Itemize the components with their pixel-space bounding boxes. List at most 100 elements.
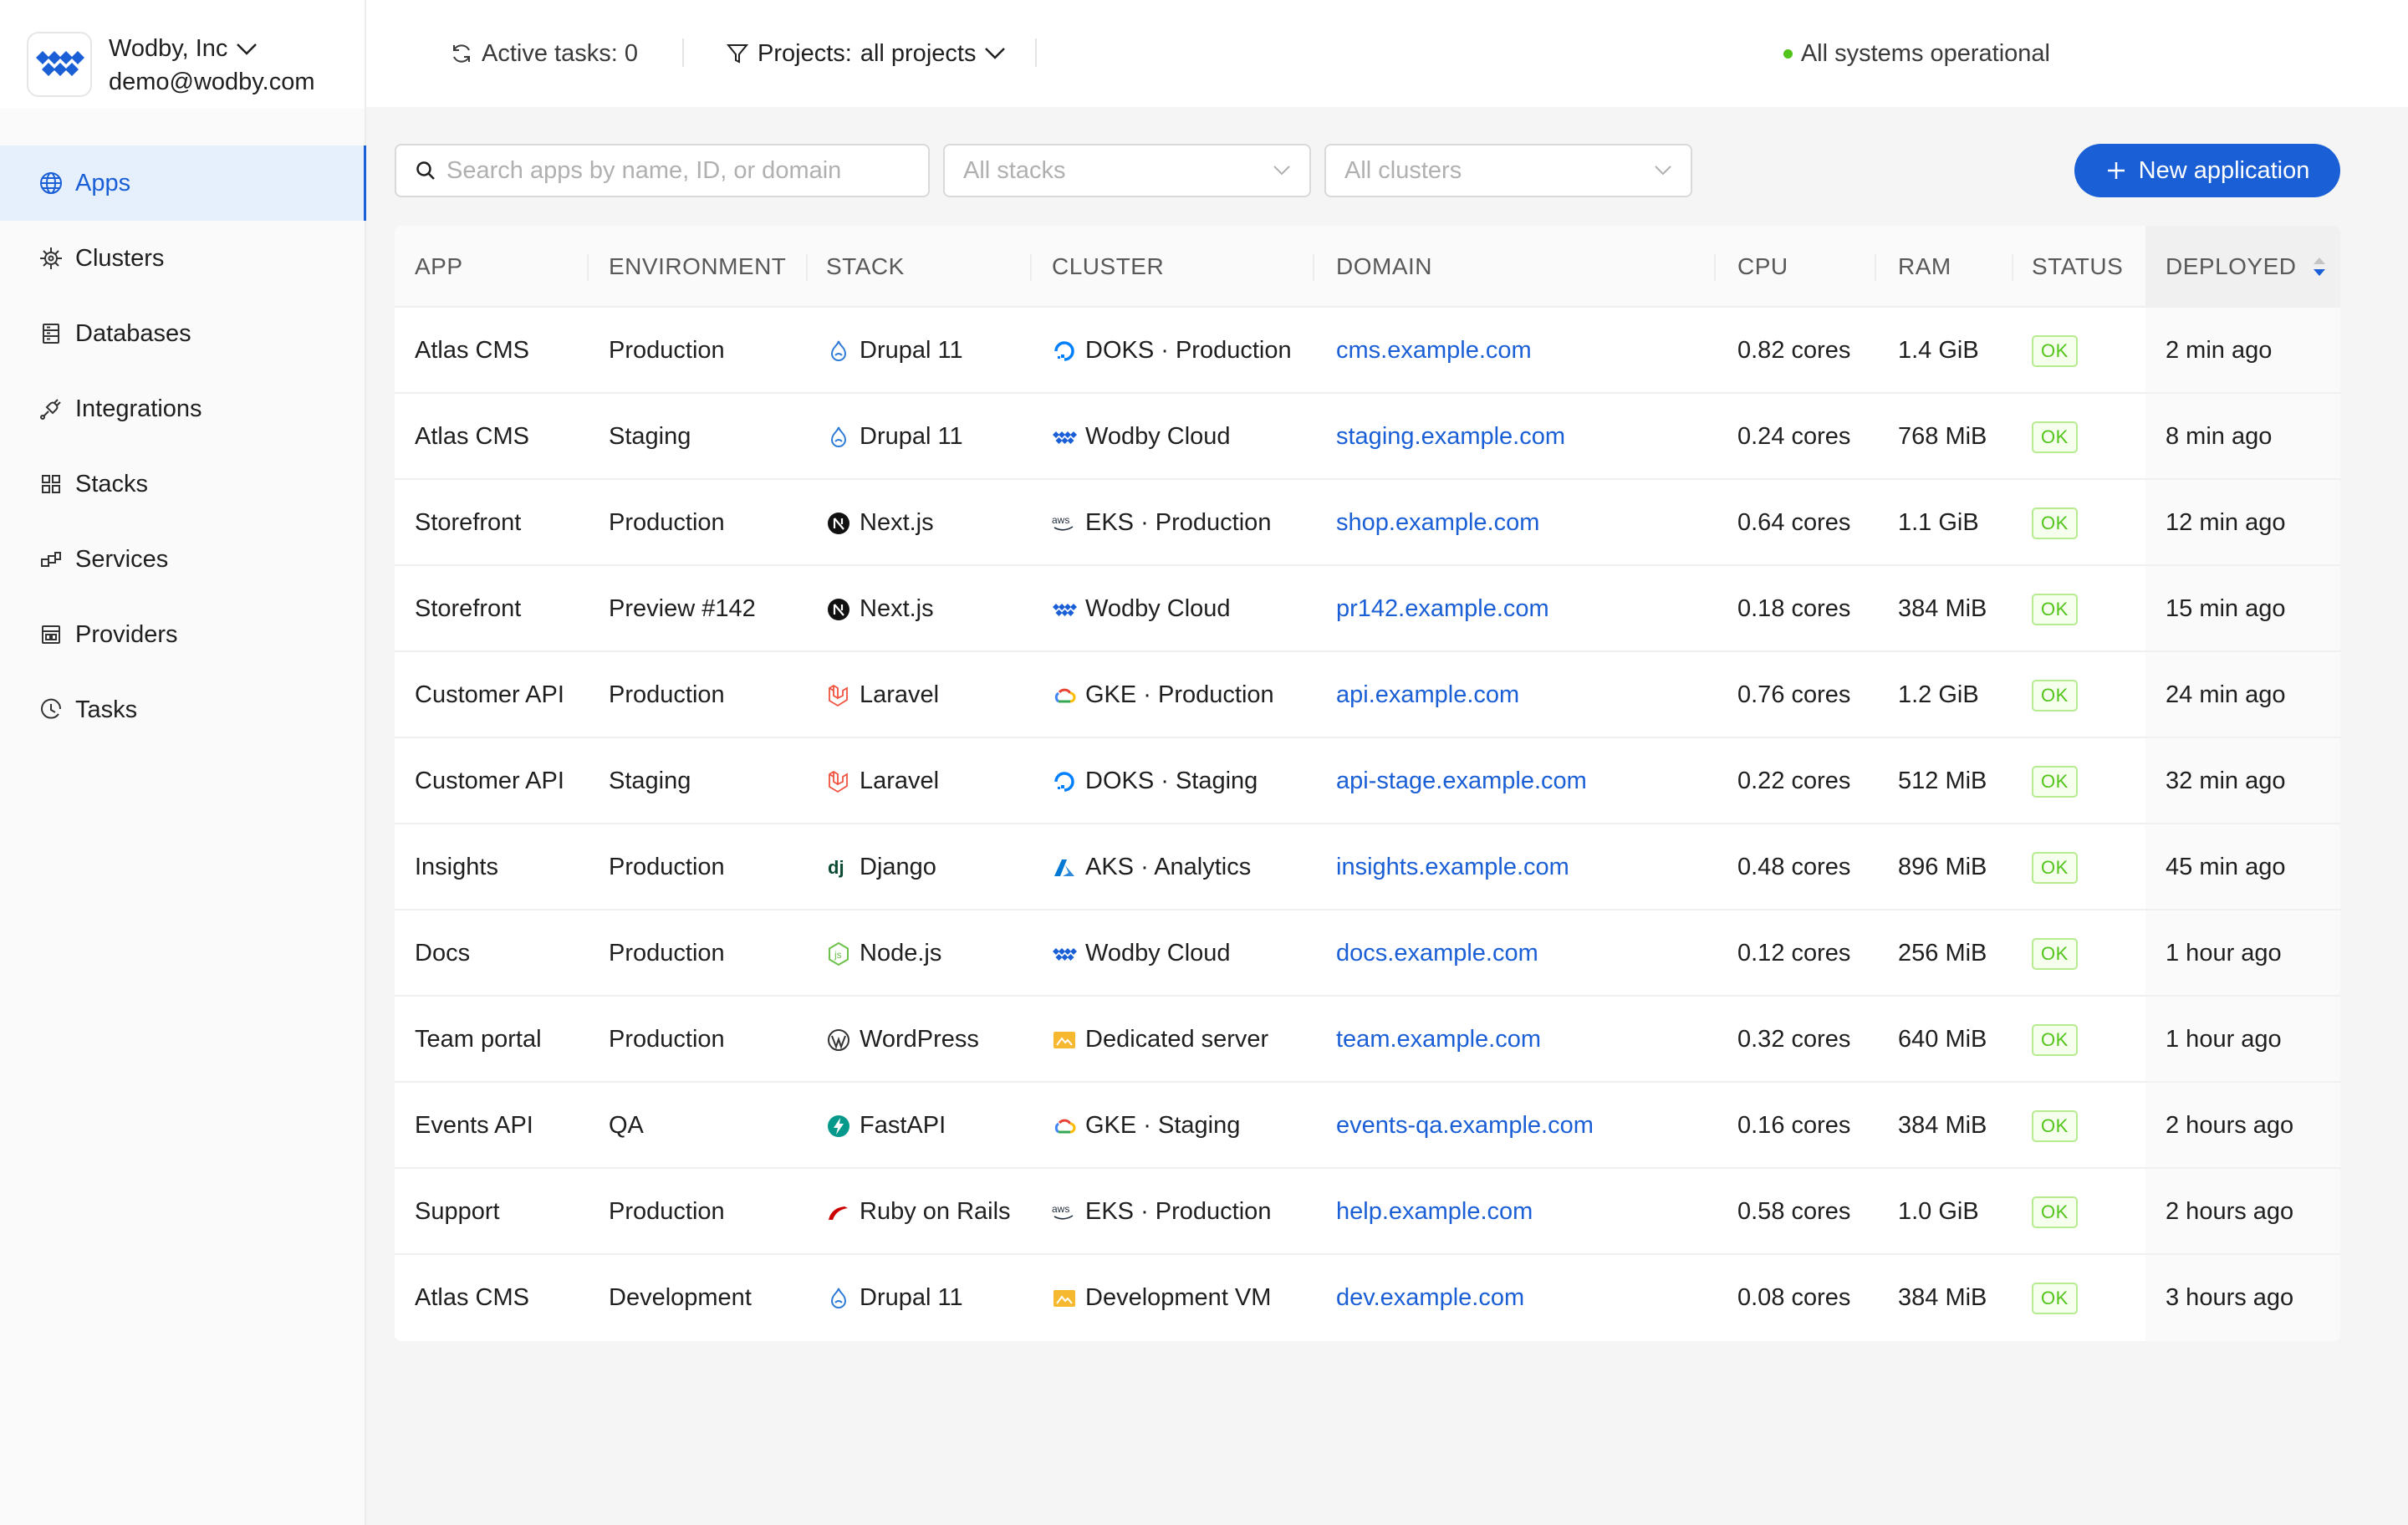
app-name-cell[interactable]: Atlas CMS [415,308,529,394]
column-header-cpu[interactable]: CPU [1737,226,1788,308]
org-name[interactable]: Wodby, Inc [109,35,258,63]
app-name-cell[interactable]: Storefront [415,480,521,566]
table-row[interactable]: Storefront Production Next.js aws EKS · P… [395,480,2340,566]
ram-cell: 1.0 GiB [1898,1169,1979,1255]
app-name[interactable]: Atlas CMS [415,1284,529,1312]
sidebar-item-stacks[interactable]: Stacks [0,446,365,522]
column-header-cluster[interactable]: CLUSTER [1052,226,1164,308]
table-row[interactable]: Events API QA FastAPI GKE · Staging even… [395,1083,2340,1169]
app-name[interactable]: Team portal [415,1026,542,1053]
active-tasks-indicator[interactable]: Active tasks: 0 [450,37,638,70]
column-header-domain[interactable]: DOMAIN [1336,226,1432,308]
app-name[interactable]: Events API [415,1112,533,1140]
app-name-cell[interactable]: Customer API [415,652,564,738]
column-header-app[interactable]: APP [415,226,463,308]
stacks-select[interactable]: All stacks [943,144,1311,197]
domain-link[interactable]: dev.example.com [1336,1284,1524,1312]
ram-cell: 768 MiB [1898,394,1987,480]
app-name-cell[interactable]: Support [415,1169,500,1255]
sidebar-item-databases[interactable]: Databases [0,296,365,371]
app-name-cell[interactable]: Atlas CMS [415,1255,529,1341]
domain-link[interactable]: cms.example.com [1336,337,1532,365]
table-row[interactable]: Insights Production dj Django AKS · Analy… [395,824,2340,910]
domain-cell[interactable]: dev.example.com [1336,1255,1524,1341]
app-name-cell[interactable]: Storefront [415,566,521,652]
sort-icon[interactable] [2312,255,2327,278]
column-header-stack[interactable]: STACK [826,226,905,308]
table-row[interactable]: Support Production Ruby on Rails aws EKS … [395,1169,2340,1255]
column-header-environment[interactable]: ENVIRONMENT [609,226,786,308]
domain-link[interactable]: api.example.com [1336,681,1519,709]
wodby-logo-icon [36,51,84,76]
domain-cell[interactable]: api.example.com [1336,652,1519,738]
domain-cell[interactable]: events-qa.example.com [1336,1083,1594,1169]
app-name[interactable]: Docs [415,940,470,967]
domain-cell[interactable]: pr142.example.com [1336,566,1549,652]
sidebar-item-apps[interactable]: Apps [0,145,366,221]
column-header-deployed[interactable]: DEPLOYED [2166,226,2327,308]
app-name[interactable]: Support [415,1198,500,1226]
environment-cell: Staging [609,394,691,480]
app-name[interactable]: Customer API [415,768,564,795]
status-cell: OK [2032,738,2078,824]
domain-link[interactable]: pr142.example.com [1336,595,1549,623]
table-row[interactable]: Atlas CMS Development Drupal 11 Developm… [395,1255,2340,1341]
app-name-cell[interactable]: Customer API [415,738,564,824]
domain-cell[interactable]: team.example.com [1336,997,1541,1083]
table-row[interactable]: Storefront Preview #142 Next.js Wodby Cl… [395,566,2340,652]
domain-cell[interactable]: api-stage.example.com [1336,738,1587,824]
domain-link[interactable]: events-qa.example.com [1336,1112,1594,1140]
sidebar-item-services[interactable]: Services [0,522,365,597]
projects-filter[interactable]: Projects: all projects [726,37,1006,70]
app-name-cell[interactable]: Insights [415,824,498,910]
app-name-cell[interactable]: Docs [415,910,470,997]
app-name[interactable]: Insights [415,854,498,881]
sidebar-item-tasks[interactable]: Tasks [0,672,365,747]
domain-link[interactable]: insights.example.com [1336,854,1569,881]
table-row[interactable]: Customer API Staging Laravel DOKS · Stag… [395,738,2340,824]
new-application-button[interactable]: New application [2074,144,2340,197]
domain-link[interactable]: help.example.com [1336,1198,1533,1226]
search-input[interactable] [446,156,915,185]
domain-link[interactable]: shop.example.com [1336,509,1539,537]
app-name-cell[interactable]: Atlas CMS [415,394,529,480]
org-switcher[interactable]: Wodby, Inc demo@wodby.com [0,0,365,109]
stack-name: Django [860,854,936,880]
table-row[interactable]: Atlas CMS Staging Drupal 11 Wodby Cloud … [395,394,2340,480]
stack-cell: Drupal 11 [826,394,963,480]
wordpress-icon [828,1028,849,1051]
sidebar-item-clusters[interactable]: Clusters [0,221,365,296]
table-row[interactable]: Customer API Production Laravel GKE · Pr… [395,652,2340,738]
domain-cell[interactable]: help.example.com [1336,1169,1533,1255]
domain-cell[interactable]: shop.example.com [1336,480,1539,566]
helm-icon [40,247,62,269]
table-row[interactable]: Atlas CMS Production Drupal 11 DOKS · Pr… [395,308,2340,394]
search-box[interactable] [395,144,930,197]
app-name[interactable]: Customer API [415,681,564,709]
sidebar-item-integrations[interactable]: Integrations [0,371,365,446]
domain-link[interactable]: staging.example.com [1336,423,1565,451]
column-header-status[interactable]: STATUS [2032,226,2123,308]
app-name[interactable]: Atlas CMS [415,423,529,451]
domain-cell[interactable]: docs.example.com [1336,910,1538,997]
domain-cell[interactable]: insights.example.com [1336,824,1569,910]
stack-cell: Ruby on Rails [826,1169,1011,1255]
refresh-icon [453,44,470,63]
clusters-select[interactable]: All clusters [1324,144,1692,197]
column-header-ram[interactable]: RAM [1898,226,1951,308]
app-name[interactable]: Storefront [415,595,521,623]
domain-cell[interactable]: staging.example.com [1336,394,1565,480]
domain-link[interactable]: team.example.com [1336,1026,1541,1053]
domain-link[interactable]: docs.example.com [1336,940,1538,967]
ram-value: 384 MiB [1898,1112,1987,1139]
domain-cell[interactable]: cms.example.com [1336,308,1532,394]
system-status[interactable]: All systems operational [1214,37,2050,70]
app-name-cell[interactable]: Team portal [415,997,542,1083]
table-row[interactable]: Team portal Production WordPress Dedicat… [395,997,2340,1083]
app-name-cell[interactable]: Events API [415,1083,533,1169]
app-name[interactable]: Storefront [415,509,521,537]
table-row[interactable]: Docs Production js Node.js Wodby Cloud do… [395,910,2340,997]
app-name[interactable]: Atlas CMS [415,337,529,365]
sidebar-item-providers[interactable]: Providers [0,597,365,672]
domain-link[interactable]: api-stage.example.com [1336,768,1587,795]
